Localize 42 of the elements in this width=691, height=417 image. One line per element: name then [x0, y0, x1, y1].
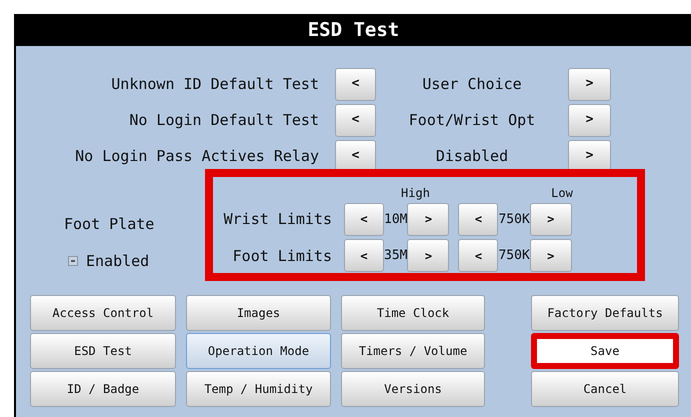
- action-button[interactable]: Cancel: [531, 371, 679, 407]
- window-title: ESD Test: [16, 14, 691, 46]
- column-header: High: [400, 185, 431, 202]
- column-header: Low: [550, 185, 574, 202]
- limit-label: Foot Limits: [232, 246, 333, 267]
- setting-label: Unknown ID Default Test: [110, 74, 320, 95]
- setting-label: No Login Default Test: [128, 110, 320, 131]
- action-button[interactable]: Save: [531, 333, 679, 369]
- nav-button[interactable]: Operation Mode: [186, 333, 331, 369]
- increase-button[interactable]: >: [530, 239, 572, 272]
- previous-button[interactable]: <: [335, 68, 376, 100]
- limit-value: 750K: [498, 247, 530, 266]
- setting-label: No Login Pass Actives Relay: [74, 146, 320, 167]
- limit-label: Wrist Limits: [222, 209, 333, 230]
- nav-button[interactable]: Time Clock: [341, 295, 485, 331]
- decrease-button[interactable]: <: [344, 239, 384, 272]
- nav-button[interactable]: Versions: [341, 371, 485, 407]
- setting-value: User Choice: [421, 74, 523, 95]
- limit-value: 10M: [384, 210, 408, 229]
- nav-button[interactable]: ESD Test: [30, 333, 176, 369]
- next-button[interactable]: >: [568, 104, 611, 136]
- enabled-label: Enabled: [86, 250, 150, 272]
- increase-button[interactable]: >: [530, 202, 572, 236]
- enabled-checkbox[interactable]: [68, 256, 78, 266]
- increase-button[interactable]: >: [407, 239, 450, 272]
- decrease-button[interactable]: <: [458, 202, 498, 236]
- nav-button[interactable]: Temp / Humidity: [186, 371, 331, 407]
- previous-button[interactable]: <: [335, 104, 376, 136]
- nav-button[interactable]: Access Control: [30, 295, 176, 331]
- foot-plate-label: Foot Plate: [64, 214, 154, 235]
- next-button[interactable]: >: [568, 68, 611, 100]
- nav-button[interactable]: Timers / Volume: [341, 333, 485, 369]
- action-button[interactable]: Factory Defaults: [531, 295, 679, 331]
- setting-value: Disabled: [434, 146, 510, 167]
- increase-button[interactable]: >: [407, 202, 450, 236]
- limit-value: 35M: [384, 247, 408, 266]
- decrease-button[interactable]: <: [458, 239, 498, 272]
- nav-button[interactable]: ID / Badge: [30, 371, 176, 407]
- setting-value: Foot/Wrist Opt: [408, 110, 536, 131]
- nav-button[interactable]: Images: [186, 295, 331, 331]
- limit-value: 750K: [498, 210, 530, 229]
- decrease-button[interactable]: <: [344, 202, 384, 236]
